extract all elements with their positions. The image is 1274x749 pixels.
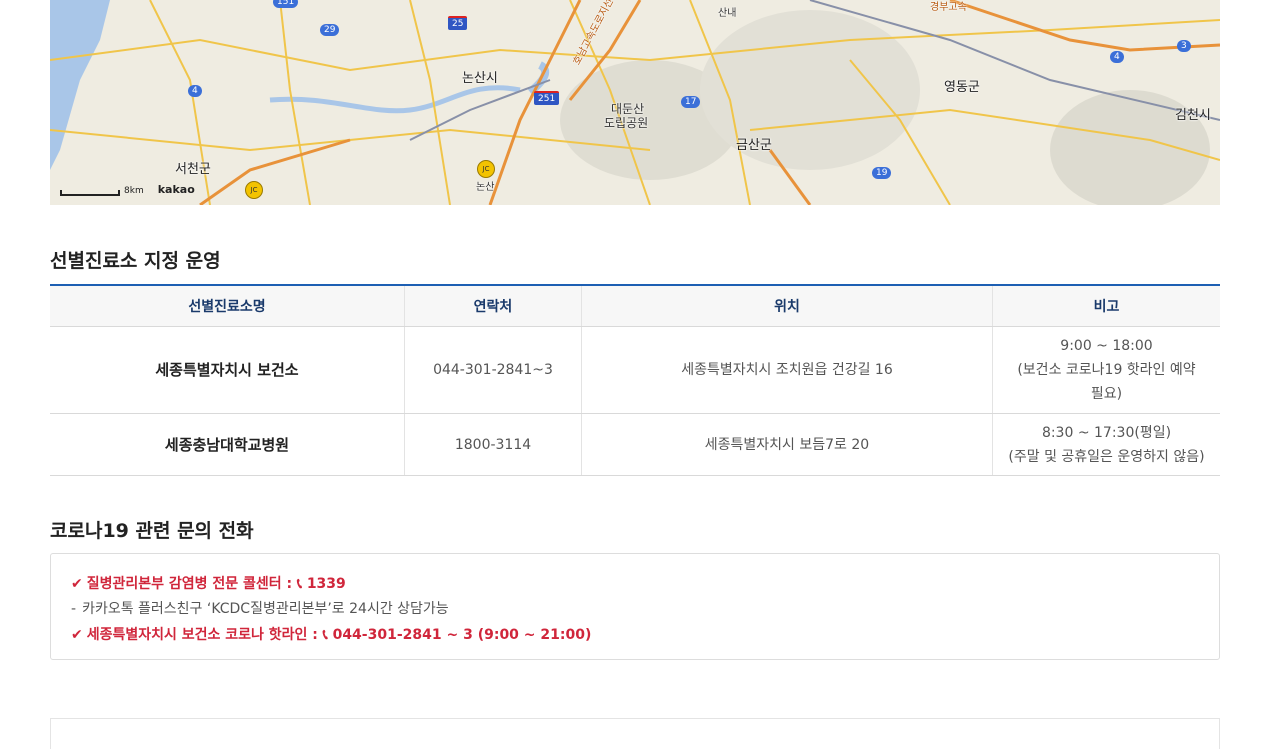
- hotline-kcdc-label: 질병관리본부 감염병 전문 콜센터 :: [86, 576, 298, 592]
- clinic-phone: 044-301-2841~3: [404, 326, 582, 414]
- clinic-location: 세종특별자치시 조치원읍 건강길 16: [581, 326, 993, 414]
- table-header-row: 선별진료소명 연락처 위치 비고: [50, 285, 1220, 327]
- map-view[interactable]: 151 29 25 4 251 17 19 4 3 JC JC 논산시 서천군 …: [50, 0, 1220, 205]
- table-row: 세종충남대학교병원 1800-3114 세종특별자치시 보듬7로 20 8:30…: [50, 413, 1220, 476]
- route-17-icon: 17: [681, 96, 701, 108]
- hotline-sejong-label: 세종특별자치시 보건소 코로나 핫라인 :: [86, 627, 323, 643]
- header-note: 비고: [992, 285, 1220, 327]
- clinic-note: 9:00 ~ 18:00 (보건소 코로나19 핫라인 예약 필요): [992, 326, 1220, 414]
- hotline-box: ✔ 질병관리본부 감염병 전문 콜센터 : 📞︎ 1339 - 카카오톡 플러스친구…: [50, 553, 1220, 660]
- header-location: 위치: [581, 285, 993, 327]
- map-scale: 8km kakao: [60, 183, 195, 196]
- clinic-location: 세종특별자치시 보듬7로 20: [581, 413, 993, 476]
- route-25-icon: 25: [448, 16, 468, 30]
- hotline-sejong-number[interactable]: 044-301-2841 ~ 3 (9:00 ~ 21:00): [333, 627, 592, 643]
- map-label-gimcheon: 김천시: [1175, 108, 1211, 123]
- table-row: 세종특별자치시 보건소 044-301-2841~3 세종특별자치시 조치원읍 …: [50, 326, 1220, 414]
- hotline-kakao: - 카카오톡 플러스친구 ‘KCDC질병관리본부’로 24시간 상담가능: [71, 598, 449, 618]
- hotline-title: 코로나19 관련 문의 전화: [50, 520, 254, 542]
- junction-icon: JC: [245, 181, 263, 199]
- route-251-icon: 251: [534, 91, 560, 105]
- hotline-kcdc: ✔ 질병관리본부 감염병 전문 콜센터 : 📞︎ 1339: [71, 573, 346, 593]
- note-hours: 9:00 ~ 18:00: [1060, 338, 1153, 354]
- route-3-icon: 3: [1177, 40, 1191, 52]
- phone-icon: 📞︎: [297, 576, 307, 592]
- hotline-kcdc-number[interactable]: 1339: [307, 576, 346, 592]
- route-19-icon: 19: [872, 167, 892, 179]
- dash-icon: -: [71, 601, 77, 617]
- scale-text: 8km: [124, 186, 144, 196]
- hotline-kakao-text: 카카오톡 플러스친구 ‘KCDC질병관리본부’로 24시간 상담가능: [82, 601, 449, 617]
- check-icon: ✔: [71, 627, 83, 643]
- check-icon: ✔: [71, 576, 83, 592]
- phone-icon: 📞︎: [322, 627, 333, 643]
- note-hours: 8:30 ~ 17:30(평일): [1041, 424, 1172, 441]
- clinics-title: 선별진료소 지정 운영: [50, 250, 221, 272]
- next-section-box: [50, 718, 1220, 749]
- note-detail: (보건소 코로나19 핫라인 예약: [1017, 362, 1196, 378]
- map-label-sannae: 산내: [718, 8, 737, 19]
- kakao-logo[interactable]: kakao: [158, 183, 195, 196]
- clinic-note: 8:30 ~ 17:30(평일) (주말 및 공휴일은 운영하지 않음): [992, 413, 1220, 476]
- clinic-phone: 1800-3114: [404, 413, 582, 476]
- clinics-table: 선별진료소명 연락처 위치 비고 세종특별자치시 보건소 044-301-284…: [50, 284, 1220, 476]
- route-4-icon: 4: [188, 85, 202, 97]
- map-label-seocheon: 서천군: [175, 162, 211, 177]
- scale-bar: [60, 190, 120, 196]
- hotline-sejong: ✔ 세종특별자치시 보건소 코로나 핫라인 : 📞︎ 044-301-2841 ~…: [71, 624, 591, 644]
- map-label-geumsan: 금산군: [736, 138, 772, 153]
- map-label-daedunsan-park: 도립공원: [604, 116, 649, 130]
- header-contact: 연락처: [404, 285, 582, 327]
- note-detail: (주말 및 공휴일은 운영하지 않음): [1008, 448, 1205, 465]
- route-4-east-icon: 4: [1110, 51, 1124, 63]
- junction-icon: JC: [477, 160, 495, 178]
- note-detail-cont: 필요): [1090, 386, 1123, 402]
- map-label-nonsan: 논산: [476, 182, 495, 193]
- map-label-nonsan-city: 논산시: [462, 71, 498, 86]
- clinic-name: 세종특별자치시 보건소: [50, 326, 405, 414]
- route-29-icon: 29: [320, 24, 340, 36]
- header-clinic-name: 선별진료소명: [50, 285, 405, 327]
- map-label-gyeongbu: 경부고속: [930, 2, 967, 13]
- map-label-yeongdong: 영동군: [944, 80, 980, 95]
- route-151-icon: 151: [273, 0, 299, 8]
- clinic-name: 세종충남대학교병원: [50, 413, 405, 476]
